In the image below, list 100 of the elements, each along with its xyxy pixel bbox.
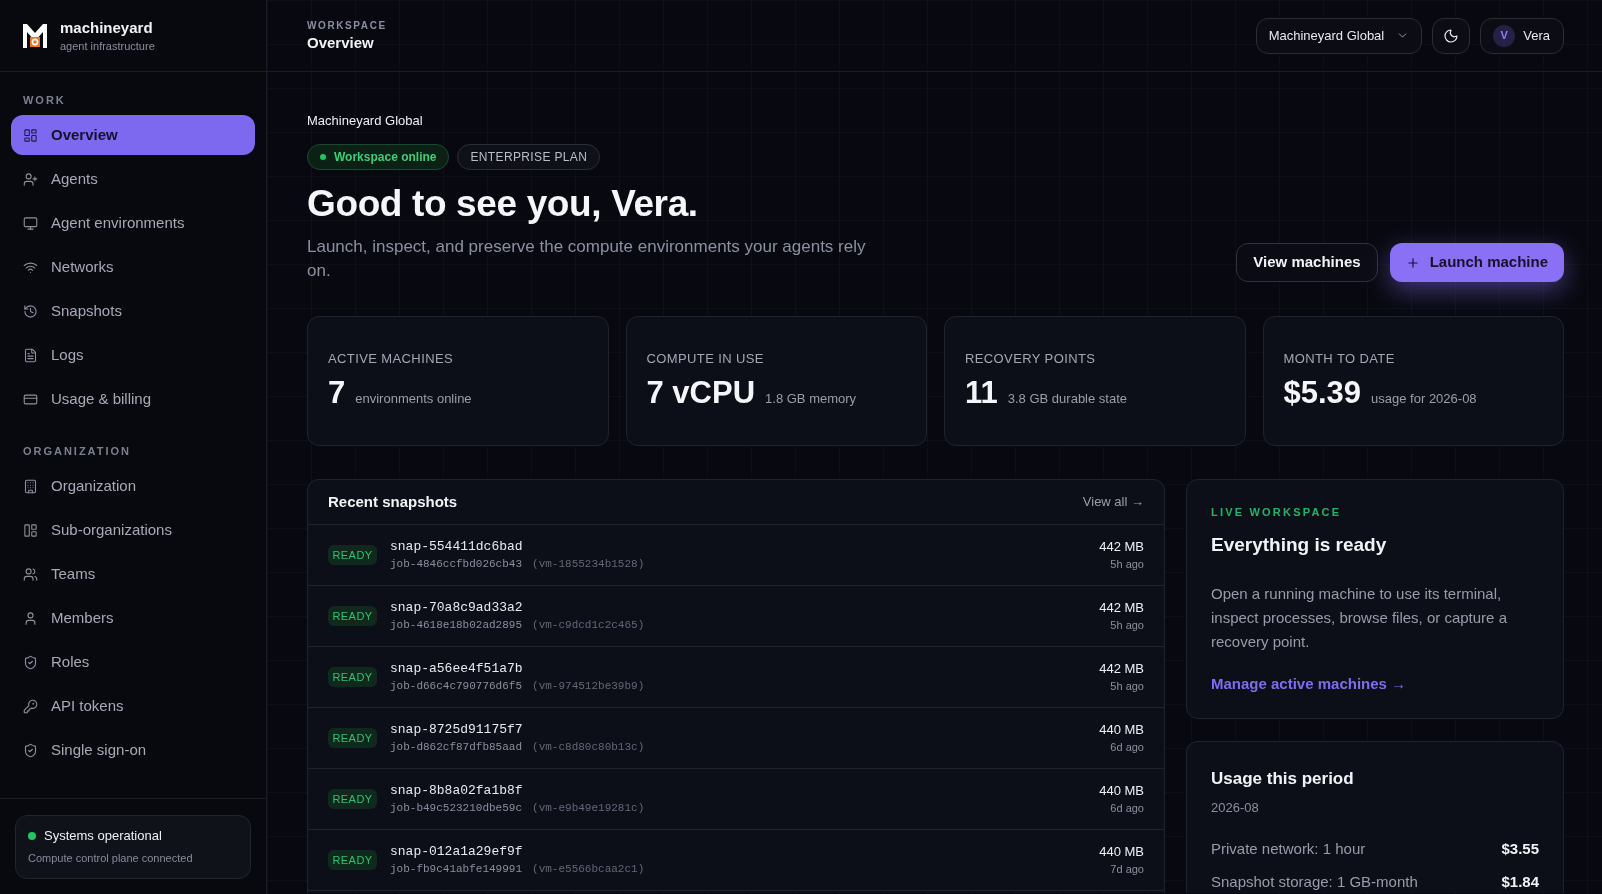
snapshot-size: 440 MB xyxy=(1099,721,1144,739)
snapshot-size: 442 MB xyxy=(1099,599,1144,617)
sidebar-item[interactable]: Logs xyxy=(11,335,255,375)
workspace-select[interactable]: Machineyard Global xyxy=(1255,17,1423,54)
sidebar-item[interactable]: API tokens xyxy=(11,686,255,726)
status-badge: READY xyxy=(328,728,377,748)
status-badge: READY xyxy=(328,606,377,626)
stat-detail: usage for 2026-08 xyxy=(1371,390,1477,408)
users-icon xyxy=(23,566,38,582)
usage-label: Snapshot storage: 1 GB-month xyxy=(1211,872,1418,892)
user-icon xyxy=(23,610,38,626)
manage-machines-link[interactable]: Manage active machines → xyxy=(1211,673,1539,695)
card-title: Usage this period xyxy=(1211,768,1355,790)
view-machines-button[interactable]: View machines xyxy=(1236,243,1378,282)
panels-icon xyxy=(23,522,38,538)
status-badge: READY xyxy=(328,545,377,565)
snapshot-name[interactable]: snap-8b8a02fa1b8f xyxy=(390,782,645,800)
sidebar-item[interactable]: Members xyxy=(11,598,255,638)
user-menu-button[interactable]: V Vera xyxy=(1480,17,1564,54)
sidebar-item[interactable]: Single sign-on xyxy=(11,730,255,770)
snapshot-name[interactable]: snap-70a8c9ad33a2 xyxy=(390,599,645,617)
snapshot-size: 442 MB xyxy=(1099,660,1144,678)
sidebar-item[interactable]: Snapshots xyxy=(11,291,255,331)
snapshot-name[interactable]: snap-554411dc6bad xyxy=(390,538,645,556)
vm-id: (vm-e5566bcaa2c1) xyxy=(532,862,645,877)
stat-detail: 3.8 GB durable state xyxy=(1007,390,1128,408)
avatar: V xyxy=(1493,24,1516,47)
dashboard-icon xyxy=(23,127,38,143)
snapshot-age: 5h ago xyxy=(1110,618,1144,633)
section-title: ORGANIZATION xyxy=(22,444,132,458)
usage-amount: $3.55 xyxy=(1501,839,1539,859)
vm-id: (vm-974512be39b9) xyxy=(532,679,645,694)
stat-label: ACTIVE MACHINES xyxy=(328,350,455,368)
snapshot-name[interactable]: snap-a56ee4f51a7b xyxy=(390,660,645,678)
user-plus-icon xyxy=(23,171,38,187)
stat-value: 11 xyxy=(965,374,998,412)
snapshot-age: 5h ago xyxy=(1110,679,1144,694)
snapshot-age: 6d ago xyxy=(1110,740,1144,755)
stat-detail: 1.8 GB memory xyxy=(765,390,857,408)
sidebar-item[interactable]: Networks xyxy=(11,247,255,287)
card-body: Open a running machine to use its terminal, inspect processes, browse files, or capture a recovery point. xyxy=(1211,584,1508,652)
vm-id: (vm-1855234b1528) xyxy=(532,557,645,572)
view-all-link[interactable]: View all → xyxy=(1082,492,1144,512)
snapshot-name[interactable]: snap-012a1a29ef9f xyxy=(390,843,645,861)
vm-id: (vm-e9b49e19281c) xyxy=(532,801,645,816)
vm-id: (vm-c9dcd1c2c465) xyxy=(532,618,645,633)
brand-name: machineyard xyxy=(60,17,154,38)
logo-icon xyxy=(22,22,48,49)
moon-icon xyxy=(1443,27,1460,44)
job-id: job-4618e18b02ad2895 xyxy=(390,618,523,633)
sidebar-item[interactable]: Usage & billing xyxy=(11,379,255,419)
history-icon xyxy=(23,303,38,319)
snapshot-age: 7d ago xyxy=(1110,862,1144,877)
sidebar-item[interactable]: Teams xyxy=(11,554,255,594)
stat-value: $5.39 xyxy=(1283,374,1362,412)
snapshot-size: 442 MB xyxy=(1099,538,1144,556)
job-id: job-4846ccfbd026cb43 xyxy=(390,557,523,572)
credit-card-icon xyxy=(23,391,38,407)
status-badge: READY xyxy=(328,850,377,870)
sidebar-item[interactable]: Agent environments xyxy=(11,203,255,243)
stat-detail: environments online xyxy=(355,390,472,408)
snapshot-size: 440 MB xyxy=(1099,843,1144,861)
job-id: job-fb9c41abfe149991 xyxy=(390,862,523,877)
hero-subtitle: Launch, inspect, and preserve the compute environments your agents rely on. xyxy=(307,236,867,282)
plan-badge: ENTERPRISE PLAN xyxy=(457,144,601,170)
sidebar-item[interactable]: Overview xyxy=(11,115,255,155)
greeting-heading: Good to see you, Vera. xyxy=(307,182,699,226)
sidebar-item[interactable]: Sub-organizations xyxy=(11,510,255,550)
brand-tagline: agent infrastructure xyxy=(60,38,155,54)
usage-amount: $1.84 xyxy=(1501,872,1539,892)
section-title: WORK xyxy=(22,93,67,107)
stat-value: 7 xyxy=(328,374,346,412)
sidebar-item[interactable]: Agents xyxy=(11,159,255,199)
usage-period: 2026-08 xyxy=(1211,799,1260,817)
job-id: job-b49c523210dbe59c xyxy=(390,801,523,816)
card-eyebrow: LIVE WORKSPACE xyxy=(1211,505,1343,519)
wifi-icon xyxy=(23,259,38,275)
key-icon xyxy=(23,698,38,714)
stat-label: MONTH TO DATE xyxy=(1283,350,1396,368)
snapshot-size: 440 MB xyxy=(1099,782,1144,800)
theme-toggle-button[interactable] xyxy=(1432,17,1471,54)
sidebar-item[interactable]: Organization xyxy=(11,466,255,506)
page-title: Overview xyxy=(307,32,375,53)
snapshot-name[interactable]: snap-8725d91175f7 xyxy=(390,721,645,739)
snapshot-age: 6d ago xyxy=(1110,801,1144,816)
launch-machine-button[interactable]: Launch machine xyxy=(1389,243,1564,282)
building-icon xyxy=(23,478,38,494)
document-icon xyxy=(23,347,38,363)
monitor-icon xyxy=(23,215,38,231)
shield-check-icon xyxy=(23,654,38,670)
vm-id: (vm-c8d80c80b13c) xyxy=(532,740,645,755)
snapshot-age: 5h ago xyxy=(1110,557,1144,572)
shield-check-icon xyxy=(23,742,38,758)
stat-value: 7 vCPU xyxy=(646,374,756,412)
sidebar-item[interactable]: Roles xyxy=(11,642,255,682)
card-title: Everything is ready xyxy=(1211,533,1388,557)
job-id: job-d862cf87dfb85aad xyxy=(390,740,523,755)
status-title: Systems operational xyxy=(44,828,162,844)
status-badge: READY xyxy=(328,789,377,809)
status-badge: Workspace online xyxy=(307,144,450,170)
